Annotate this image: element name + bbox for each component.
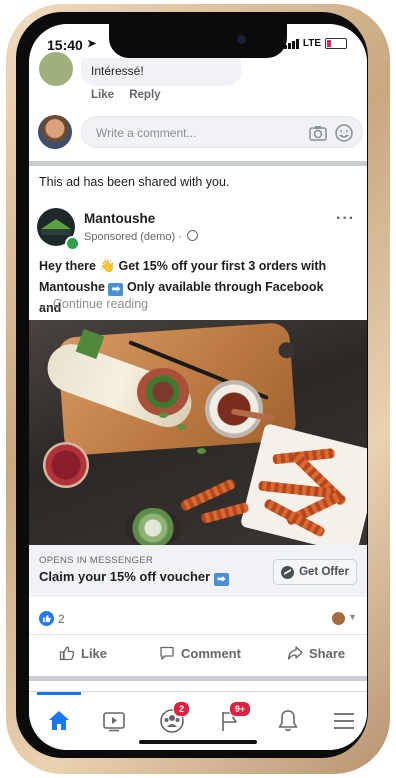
post-actions: Like Comment Share bbox=[29, 634, 367, 675]
pages-tab[interactable]: 9+ bbox=[217, 701, 251, 734]
cta-bar[interactable]: OPENS IN MESSENGER Claim your 15% off vo… bbox=[29, 545, 367, 597]
sponsored-text: Sponsored (demo) · bbox=[84, 231, 182, 243]
get-offer-label: Get Offer bbox=[299, 566, 349, 578]
globe-icon bbox=[186, 230, 198, 241]
herb-bowl bbox=[125, 508, 181, 545]
comment-input[interactable] bbox=[94, 125, 288, 141]
pages-badge: 9+ bbox=[229, 701, 251, 717]
feed[interactable]: Intéressé! Like Reply Write a comment...… bbox=[29, 52, 367, 692]
thumbs-up-icon bbox=[59, 646, 75, 661]
arrow-right-icon: ➡ bbox=[108, 283, 124, 296]
get-offer-button[interactable]: Get Offer bbox=[273, 559, 357, 585]
feed-divider bbox=[29, 161, 367, 166]
continue-reading-link[interactable]: ... Continue reading bbox=[39, 297, 148, 311]
online-indicator bbox=[65, 236, 80, 251]
cta-title: Claim your 15% off voucher ➡ bbox=[39, 569, 229, 586]
arrow-right-icon: ➡ bbox=[213, 573, 229, 586]
sponsored-label: Sponsored (demo) · bbox=[84, 230, 198, 243]
camera-icon[interactable] bbox=[308, 123, 328, 143]
camera-icon bbox=[237, 35, 246, 44]
reaction-count: 2 bbox=[58, 612, 65, 626]
groups-badge: 2 bbox=[173, 701, 190, 717]
share-icon bbox=[287, 646, 303, 660]
wrap-filling bbox=[137, 368, 189, 416]
bell-icon[interactable] bbox=[275, 708, 301, 734]
battery-icon bbox=[325, 38, 347, 49]
cta-title-text: Claim your 15% off voucher bbox=[39, 569, 211, 584]
feed-divider bbox=[29, 676, 367, 681]
menu-icon[interactable] bbox=[331, 708, 357, 734]
location-arrow-icon: ➤ bbox=[87, 38, 97, 50]
opens-in-messenger: OPENS IN MESSENGER bbox=[39, 555, 154, 566]
home-icon[interactable] bbox=[46, 708, 72, 734]
comment-like-link[interactable]: Like bbox=[91, 89, 114, 101]
viewer-avatar bbox=[332, 612, 345, 625]
commenter-avatar[interactable] bbox=[39, 52, 73, 86]
comment-actions: Like Reply bbox=[91, 89, 173, 101]
previous-comment: Intéressé! Like Reply bbox=[29, 52, 367, 149]
emoji-icon[interactable] bbox=[334, 123, 354, 143]
pomegranate bbox=[43, 442, 89, 488]
home-indicator[interactable] bbox=[139, 740, 257, 744]
page-name[interactable]: Mantoushe bbox=[84, 211, 155, 226]
like-reaction-icon bbox=[39, 611, 54, 626]
status-right: LTE bbox=[283, 38, 347, 49]
notch bbox=[109, 24, 287, 58]
reactions-summary[interactable]: 2 ▼ bbox=[39, 610, 357, 628]
like-label: Like bbox=[81, 645, 108, 661]
comment-reply-link[interactable]: Reply bbox=[129, 89, 160, 101]
status-time: 15:40 bbox=[47, 37, 83, 53]
more-options-icon[interactable]: ··· bbox=[336, 210, 355, 228]
comment-bubble: Intéressé! bbox=[81, 58, 241, 86]
shared-note: This ad has been shared with you. bbox=[39, 175, 230, 189]
comment-icon bbox=[160, 646, 174, 660]
groups-tab[interactable]: 2 bbox=[159, 701, 190, 734]
ad-image[interactable] bbox=[29, 320, 367, 545]
caret-down-icon[interactable]: ▼ bbox=[348, 612, 357, 622]
watch-icon[interactable] bbox=[101, 708, 127, 734]
like-button[interactable]: Like bbox=[59, 645, 107, 661]
share-label: Share bbox=[309, 645, 346, 661]
post-text-line1: Hey there 👋 Get 15% off your first 3 ord… bbox=[39, 259, 327, 273]
network-type: LTE bbox=[302, 38, 321, 49]
screen: 15:40 ➤ LTE Intéressé! Like Reply Write … bbox=[29, 24, 367, 750]
messenger-icon bbox=[281, 565, 295, 579]
comment-composer[interactable] bbox=[81, 116, 363, 148]
comment-button[interactable]: Comment bbox=[159, 645, 241, 661]
my-avatar bbox=[38, 115, 72, 149]
tab-bar: 2 9+ bbox=[29, 691, 367, 750]
share-button[interactable]: Share bbox=[287, 645, 345, 661]
active-tab-indicator bbox=[37, 692, 81, 695]
post-text-brand: Mantoushe bbox=[39, 280, 105, 294]
comment-label: Comment bbox=[181, 645, 241, 661]
